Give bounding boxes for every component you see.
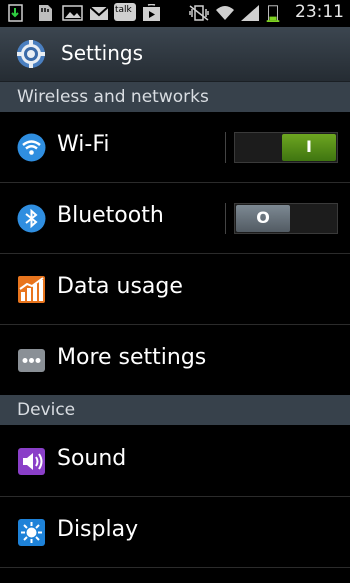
settings-item-label: Wi-Fi: [57, 132, 110, 157]
talk-icon-label: talk: [115, 5, 132, 15]
battery-icon: [266, 5, 280, 22]
wifi-icon: [17, 133, 46, 162]
talk-icon: talk: [114, 3, 136, 21]
cell-signal-icon: [241, 5, 259, 21]
settings-item-bluetooth[interactable]: Bluetooth O: [0, 183, 350, 254]
divider: [225, 132, 226, 163]
gmail-icon: [89, 6, 109, 20]
settings-item-data-usage[interactable]: Data usage: [0, 254, 350, 325]
settings-item-label: Sound: [57, 446, 127, 471]
bluetooth-icon: [17, 204, 46, 233]
toggle-mark: I: [306, 137, 312, 156]
bluetooth-toggle[interactable]: O: [234, 203, 338, 234]
play-store-icon: [143, 4, 160, 21]
settings-item-label: Bluetooth: [57, 203, 164, 228]
wifi-signal-icon: [216, 6, 234, 20]
settings-gear-icon[interactable]: [14, 37, 48, 71]
action-bar: Settings: [0, 27, 350, 82]
toggle-knob-off: O: [236, 205, 290, 232]
settings-item-wifi[interactable]: Wi-Fi I: [0, 112, 350, 183]
vibrate-muted-icon: [189, 5, 209, 21]
sd-card-icon: [39, 5, 52, 21]
settings-item-label: Display: [57, 517, 139, 542]
display-icon: [18, 519, 45, 546]
divider: [225, 203, 226, 234]
status-time: 23:11: [295, 2, 344, 22]
wifi-toggle[interactable]: I: [234, 132, 338, 163]
status-bar[interactable]: talk 23:11: [0, 0, 350, 27]
section-header-label: Device: [17, 400, 76, 420]
section-header-label: Wireless and networks: [17, 87, 209, 107]
settings-item-label: More settings: [57, 345, 207, 370]
gallery-icon: [62, 5, 83, 21]
data-usage-icon: [18, 276, 45, 303]
settings-item-sound[interactable]: Sound: [0, 426, 350, 497]
settings-item-more-settings[interactable]: More settings: [0, 325, 350, 396]
settings-item-label: Data usage: [57, 274, 183, 299]
download-icon: [8, 4, 23, 22]
section-header-device: Device: [0, 395, 350, 425]
toggle-knob-on: I: [282, 134, 336, 161]
toggle-mark: O: [256, 208, 270, 227]
page-title: Settings: [61, 41, 144, 65]
section-header-wireless: Wireless and networks: [0, 82, 350, 112]
settings-item-display[interactable]: Display: [0, 497, 350, 568]
more-settings-icon: [18, 349, 45, 372]
sound-icon: [18, 448, 45, 475]
